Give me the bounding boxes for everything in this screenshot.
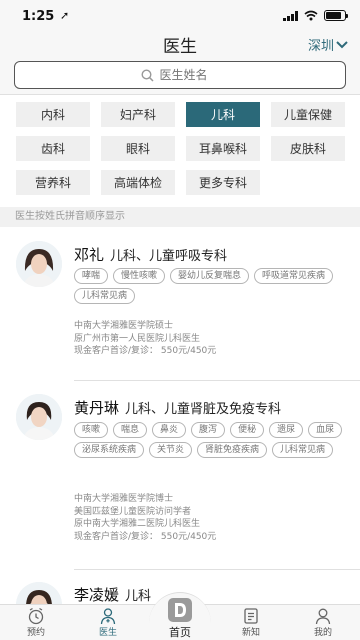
doctor-specialty: 儿科 [125,589,152,604]
signal-icon [283,10,298,21]
doctor-name: 邓礼 [74,246,105,264]
chevron-down-icon [336,40,348,48]
avatar [16,241,62,287]
tab-news[interactable]: 新知 [221,607,281,638]
department-button[interactable]: 耳鼻喉科 [186,136,260,161]
doctor-price: 现金客户首诊/复诊： 550元/450元 [74,531,217,542]
doctor-education: 中南大学湘雅医学院博士 [74,494,174,504]
tag: 腹泻 [191,422,226,438]
tag: 关节炎 [149,442,193,458]
tag: 便秘 [230,422,265,438]
status-bar: 1:25 ➚ [0,0,360,30]
department-button[interactable]: 皮肤科 [271,136,345,161]
user-icon [315,608,331,625]
tag: 遗尿 [269,422,304,438]
tag: 泌尿系统疾病 [74,442,145,458]
department-button[interactable]: 更多专科 [186,170,260,195]
tag: 慢性咳嗽 [113,268,166,284]
tag: 肾脏免疫疾病 [197,442,268,458]
doctor-price: 现金客户首诊/复诊： 550元/450元 [74,346,217,356]
status-time: 1:25 [22,9,55,24]
tag: 哮喘 [74,268,109,284]
page-title: 医生 [163,37,197,57]
avatar [16,582,62,604]
doctor-name: 黄丹琳 [74,399,120,417]
doctor-info: 中南大学湘雅医学院硕士 原广州市第一人民医院儿科医生 现金客户首诊/复诊： 55… [74,320,216,358]
doctor-name: 李凌媛 [74,586,120,604]
department-button[interactable]: 营养科 [16,170,90,195]
search-icon [140,68,154,82]
tab-label: 我的 [313,628,332,638]
search-area [0,56,360,94]
tab-appointment[interactable]: 预约 [6,607,66,638]
tag: 儿科常见病 [272,442,334,458]
city-label: 深圳 [307,39,334,54]
tag: 婴幼儿反复喘息 [170,268,250,284]
doctor-education: 中南大学湘雅医学院硕士 [74,321,174,331]
notebook-icon [244,608,258,624]
doctor-experience: 原广州市第一人民医院儿科医生 [74,333,201,344]
location-arrow-icon: ➚ [60,9,70,22]
tab-doctor[interactable]: 医生 [78,607,138,638]
battery-icon [324,10,348,21]
department-button[interactable]: 儿科 [186,102,260,127]
doctor-header: 邓礼 儿科、儿童呼吸专科 [74,244,227,265]
doctor-experience: 美国匹兹堡儿童医院访问学者 [74,506,192,517]
doctor-card[interactable]: 邓礼 儿科、儿童呼吸专科 哮喘 慢性咳嗽 婴幼儿反复喘息 呼吸道常见疾病 儿科常见… [0,228,360,380]
clock-icon [28,607,44,625]
search-input[interactable] [159,68,220,82]
department-button[interactable]: 内科 [16,102,90,127]
nav-bar: 医生 深圳 [0,30,360,57]
wifi-icon [304,10,318,21]
tag: 喘息 [113,422,148,438]
department-button[interactable]: 儿童保健 [271,102,345,127]
status-indicators [283,10,348,21]
tab-mine[interactable]: 我的 [293,607,353,638]
doctor-tags: 哮喘 慢性咳嗽 婴幼儿反复喘息 呼吸道常见疾病 儿科常见病 [74,268,344,304]
tag: 呼吸道常见疾病 [254,268,334,284]
tag: 儿科常见病 [74,288,136,304]
tab-label: 预约 [26,628,45,638]
doctor-card[interactable]: 黄丹琳 儿科、儿童肾脏及免疫专科 咳嗽 喘息 鼻炎 腹泻 便秘 遗尿 血尿 泌尿系… [0,381,360,569]
tab-label: 医生 [98,628,117,638]
doctor-experience: 原中南大学湘雅二医院儿科医生 [74,519,201,529]
sort-hint: 医生按姓氏拼音顺序显示 [0,207,360,227]
doctor-info: 中南大学湘雅医学院博士 美国匹兹堡儿童医院访问学者 原中南大学湘雅二医院儿科医生… [74,493,216,543]
department-button[interactable]: 齿科 [16,136,90,161]
doctor-icon [100,608,116,625]
divider [0,94,360,95]
search-box[interactable] [14,61,346,89]
doctor-header: 李凌媛 儿科 [74,584,151,604]
doctor-tags: 咳嗽 喘息 鼻炎 腹泻 便秘 遗尿 血尿 泌尿系统疾病 关节炎 肾脏免疫疾病 儿… [74,422,344,458]
tag: 咳嗽 [74,422,109,438]
tag: 鼻炎 [152,422,187,438]
city-selector[interactable]: 深圳 [308,35,348,54]
tag: 血尿 [308,422,343,438]
department-button[interactable]: 眼科 [101,136,175,161]
avatar [16,394,62,440]
tab-label: 首页 [169,626,191,639]
department-grid: 内科 妇产科 儿科 儿童保健齿科 眼科 耳鼻喉科 皮肤科营养科 高端体检 更多专科 [16,102,346,195]
doctor-specialty: 儿科、儿童肾脏及免疫专科 [125,402,282,417]
department-button[interactable]: 高端体检 [101,170,175,195]
home-logo-icon [168,598,192,622]
doctor-header: 黄丹琳 儿科、儿童肾脏及免疫专科 [74,397,281,418]
department-button[interactable]: 妇产科 [101,102,175,127]
doctor-specialty: 儿科、儿童呼吸专科 [110,249,228,264]
tab-label: 新知 [241,628,260,638]
